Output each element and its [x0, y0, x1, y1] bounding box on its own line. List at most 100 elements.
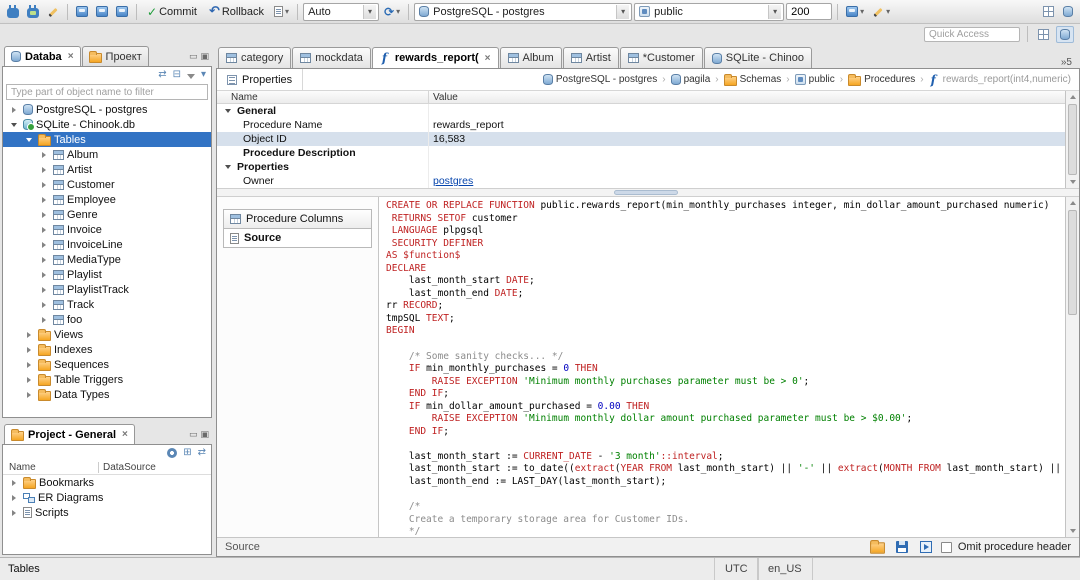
column-header-name[interactable]: Name	[3, 462, 99, 473]
tree-item-indexes[interactable]: Indexes	[3, 342, 211, 357]
expand-arrow-icon[interactable]	[37, 193, 50, 206]
tree-item-track[interactable]: Track	[3, 297, 211, 312]
new-window-icon[interactable]: ⊞	[183, 448, 191, 458]
tree-item-data-types[interactable]: Data Types	[3, 387, 211, 402]
collapse-arrow-icon[interactable]	[22, 133, 35, 146]
close-tab-icon[interactable]: ×	[68, 51, 74, 62]
tree-item-employee[interactable]: Employee	[3, 192, 211, 207]
recent-sql-editor-button[interactable]	[113, 4, 131, 19]
view-menu-icon[interactable]: ▾	[201, 70, 206, 80]
tx-mode-select[interactable]: Auto ▾	[303, 2, 380, 21]
subtab-procedure-columns[interactable]: Procedure Columns	[223, 209, 372, 229]
column-header-datasource[interactable]: DataSource	[99, 462, 156, 473]
grid-horizontal-scrollbar[interactable]	[217, 189, 1079, 197]
save-source-button[interactable]	[893, 539, 911, 555]
editor-tab-sqlite-chinoo[interactable]: SQLite - Chinoo	[703, 47, 812, 68]
maximize-panel-icon[interactable]: ▣	[200, 52, 209, 62]
project-item-er-diagrams[interactable]: ER Diagrams	[3, 490, 211, 505]
connect-button[interactable]	[24, 3, 42, 20]
editor-tab-artist[interactable]: Artist	[562, 47, 619, 68]
new-connection-button[interactable]	[4, 3, 22, 20]
edit-connection-button[interactable]	[44, 4, 62, 20]
expand-arrow-icon[interactable]	[22, 373, 35, 386]
timezone-indicator[interactable]: UTC	[714, 558, 759, 580]
minimize-panel-icon[interactable]: ▭	[189, 52, 198, 62]
source-code-editor[interactable]: CREATE OR REPLACE FUNCTION public.reward…	[379, 197, 1065, 537]
refresh-button[interactable]: ⟳ ▾	[381, 4, 403, 20]
breadcrumb-item-pagila[interactable]: pagila	[669, 73, 713, 86]
settings-gear-icon[interactable]	[167, 448, 178, 458]
breadcrumb-item-rewards-report-int4-numeric[interactable]: rewards_report(int4,numeric)	[927, 73, 1073, 87]
rollback-button[interactable]: ↶ Rollback	[204, 3, 269, 20]
property-row-properties[interactable]: Properties	[217, 160, 1065, 174]
commit-button[interactable]: ✓ Commit	[142, 4, 202, 20]
tree-item-invoice[interactable]: Invoice	[3, 222, 211, 237]
property-row-procedure-description[interactable]: Procedure Description	[217, 146, 1065, 160]
close-tab-icon[interactable]: ×	[122, 429, 128, 440]
grid-header-name[interactable]: Name	[217, 91, 429, 103]
property-value[interactable]: postgres	[429, 175, 1065, 187]
tree-item-mediatype[interactable]: MediaType	[3, 252, 211, 267]
collapse-arrow-icon[interactable]	[225, 109, 231, 113]
expand-arrow-icon[interactable]	[37, 178, 50, 191]
tree-item-postgresql-postgres[interactable]: PostgreSQL - postgres	[3, 102, 211, 117]
tree-item-genre[interactable]: Genre	[3, 207, 211, 222]
code-scrollbar[interactable]	[1065, 197, 1079, 537]
object-filter-input[interactable]	[6, 84, 208, 100]
expand-arrow-icon[interactable]	[37, 313, 50, 326]
link-with-editor-icon[interactable]: ⇄	[158, 70, 166, 80]
tab-database-navigator[interactable]: Databa ×	[4, 46, 81, 66]
tree-item-artist[interactable]: Artist	[3, 162, 211, 177]
expand-arrow-icon[interactable]	[37, 223, 50, 236]
property-row-object-id[interactable]: Object ID 16,583	[217, 132, 1065, 146]
fetch-size-input[interactable]	[786, 3, 833, 20]
expand-arrow-icon[interactable]	[37, 238, 50, 251]
datasource-select[interactable]: PostgreSQL - postgres ▾	[414, 2, 633, 21]
tree-item-playlist[interactable]: Playlist	[3, 267, 211, 282]
scrollbar-thumb[interactable]	[1068, 104, 1077, 175]
properties-scrollbar[interactable]	[1065, 91, 1079, 188]
expand-arrow-icon[interactable]	[37, 148, 50, 161]
persist-procedure-button[interactable]	[917, 539, 935, 555]
breadcrumb-item-postgresql-postgres[interactable]: PostgreSQL - postgres	[541, 73, 659, 86]
maximize-panel-icon[interactable]: ▣	[200, 430, 209, 440]
expand-arrow-icon[interactable]	[22, 358, 35, 371]
tree-item-customer[interactable]: Customer	[3, 177, 211, 192]
scroll-up-icon[interactable]	[1066, 197, 1079, 209]
scroll-up-icon[interactable]	[1066, 91, 1079, 103]
property-row-procedure-name[interactable]: Procedure Name rewards_report	[217, 118, 1065, 132]
database-perspective-button[interactable]	[1056, 25, 1074, 43]
breadcrumb-item-schemas[interactable]: Schemas	[722, 73, 784, 87]
subtab-source[interactable]: Source	[223, 228, 372, 248]
expand-arrow-icon[interactable]	[22, 388, 35, 401]
grid-header-value[interactable]: Value	[429, 92, 1065, 103]
collapse-all-icon[interactable]: ⊟	[173, 70, 181, 80]
scrollbar-thumb[interactable]	[1068, 210, 1077, 315]
collapse-arrow-icon[interactable]	[225, 165, 231, 169]
expand-arrow-icon[interactable]	[7, 103, 20, 116]
expand-arrow-icon[interactable]	[7, 491, 20, 504]
tab-projects[interactable]: Проект	[81, 46, 149, 66]
open-perspective-button[interactable]	[1035, 27, 1052, 42]
expand-arrow-icon[interactable]	[7, 506, 20, 519]
expand-arrow-icon[interactable]	[37, 298, 50, 311]
editor-tab-mockdata[interactable]: mockdata	[292, 47, 371, 68]
tree-item-table-triggers[interactable]: Table Triggers	[3, 372, 211, 387]
breadcrumb-item-public[interactable]: public	[793, 73, 837, 86]
tree-item-views[interactable]: Views	[3, 327, 211, 342]
link-with-editor-icon[interactable]: ⇄	[198, 448, 206, 458]
scroll-down-icon[interactable]	[1066, 525, 1079, 537]
new-sql-editor-button[interactable]	[73, 4, 91, 19]
tree-item-playlisttrack[interactable]: PlaylistTrack	[3, 282, 211, 297]
quick-access-input[interactable]	[924, 26, 1020, 42]
project-item-bookmarks[interactable]: Bookmarks	[3, 475, 211, 490]
database-view-button[interactable]	[1060, 4, 1076, 19]
close-tab-icon[interactable]: ×	[485, 53, 491, 64]
expand-arrow-icon[interactable]	[7, 476, 20, 489]
expand-arrow-icon[interactable]	[37, 163, 50, 176]
scroll-down-icon[interactable]	[1066, 176, 1079, 188]
show-view-button[interactable]	[1040, 4, 1057, 19]
expand-arrow-icon[interactable]	[22, 328, 35, 341]
editor-tab-customer[interactable]: *Customer	[619, 47, 703, 68]
omit-procedure-header-checkbox[interactable]	[940, 541, 952, 553]
